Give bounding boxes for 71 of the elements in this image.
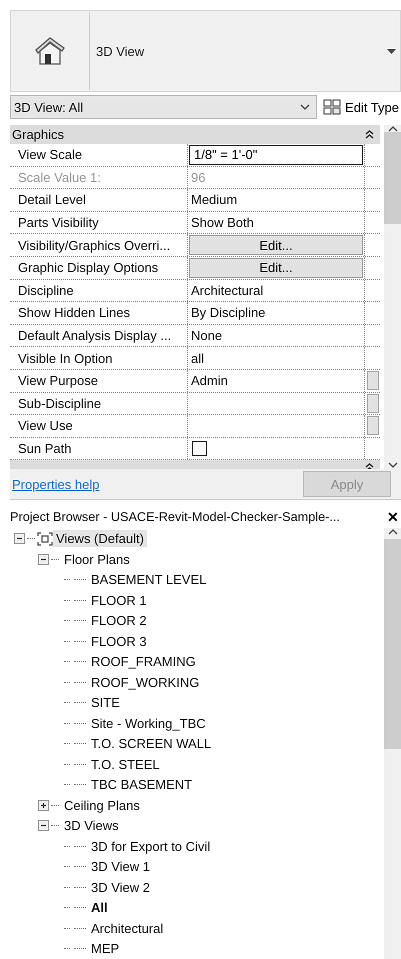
- collapse-toggle[interactable]: [38, 554, 49, 565]
- collapse-icon[interactable]: [365, 130, 374, 139]
- tree-item[interactable]: ROOF_FRAMING: [88, 653, 199, 670]
- tree-item[interactable]: 3D Views: [61, 817, 122, 834]
- property-name: Scale Value 1:: [10, 166, 188, 188]
- group-header[interactable]: Graphics: [10, 125, 380, 144]
- scroll-up-icon[interactable]: [388, 528, 398, 536]
- property-name: Sun Path: [10, 438, 188, 460]
- property-name: Detail Level: [10, 189, 188, 211]
- value-field[interactable]: 1/8" = 1'-0": [189, 145, 363, 165]
- collapse-toggle[interactable]: [38, 820, 49, 832]
- property-name: Parts Visibility: [10, 212, 188, 234]
- tree-item[interactable]: 3D for Export to Civil: [88, 838, 214, 855]
- property-name: Default Analysis Display ...: [10, 324, 188, 346]
- tree-item[interactable]: FLOOR 1: [88, 592, 150, 609]
- property-name: View Scale: [10, 144, 188, 166]
- property-value: None: [190, 328, 222, 344]
- tree-item[interactable]: 3D View 2: [88, 878, 154, 896]
- tree-item[interactable]: BASEMENT LEVEL: [88, 571, 210, 588]
- tree-item[interactable]: Architectural: [88, 920, 166, 937]
- scrollbar[interactable]: [384, 528, 401, 959]
- property-name: Graphic Display Options: [10, 256, 188, 279]
- tree-item[interactable]: MEP: [88, 940, 122, 958]
- property-name: View Use: [10, 415, 188, 437]
- tree-item[interactable]: T.O. STEEL: [88, 756, 163, 773]
- tree-item[interactable]: FLOOR 2: [88, 612, 150, 630]
- property-name: Discipline: [10, 280, 188, 302]
- properties-help-link[interactable]: Properties help: [10, 476, 100, 492]
- collapse-toggle[interactable]: [14, 533, 25, 544]
- property-name: Visible In Option: [10, 347, 188, 369]
- property-value: 96: [190, 170, 206, 185]
- property-value: By Discipline: [190, 305, 266, 320]
- group-title: Graphics: [12, 127, 64, 142]
- tree-item[interactable]: 3D View 1: [88, 858, 154, 876]
- scroll-up-icon[interactable]: [388, 125, 398, 132]
- type-name: 3D View: [95, 44, 146, 58]
- tree-item[interactable]: T.O. SCREEN WALL: [88, 735, 214, 752]
- tree-item[interactable]: FLOOR 3: [88, 632, 150, 650]
- tree-item[interactable]: Ceiling Plans: [61, 796, 143, 814]
- property-name: Show Hidden Lines: [10, 302, 188, 324]
- type-selector[interactable]: 3D View: [10, 10, 401, 92]
- instance-dropdown[interactable]: 3D View: All: [10, 95, 318, 119]
- tree-item[interactable]: TBC BASEMENT: [88, 776, 196, 794]
- property-name: Sub-Discipline: [10, 392, 188, 414]
- panel-title: Project Browser - USACE-Revit-Model-Checker-Sample-...: [10, 510, 340, 524]
- property-value: Architectural: [190, 282, 264, 298]
- close-button[interactable]: ✕: [385, 509, 401, 526]
- dropdown-icon[interactable]: [387, 48, 396, 54]
- tree-item[interactable]: ROOF_WORKING: [88, 674, 202, 691]
- property-name: Visibility/Graphics Overri...: [10, 234, 188, 256]
- chevron-icon[interactable]: [300, 104, 310, 110]
- collapse-icon[interactable]: [365, 463, 374, 470]
- edit-type-icon: [323, 99, 342, 115]
- views-icon: [37, 532, 53, 546]
- tree-item[interactable]: Site - Working_TBC: [88, 714, 209, 732]
- property-name: View Purpose: [10, 370, 188, 392]
- scroll-down-icon[interactable]: [388, 462, 398, 470]
- checkbox[interactable]: [192, 441, 207, 456]
- tree-item[interactable]: All: [88, 899, 111, 916]
- property-value: Medium: [190, 192, 238, 208]
- tree-item[interactable]: Floor Plans: [61, 550, 133, 568]
- tree-item[interactable]: Views (Default): [53, 530, 147, 548]
- tree-item[interactable]: SITE: [88, 694, 123, 712]
- expand-toggle[interactable]: [38, 800, 49, 811]
- property-value: Admin: [190, 373, 228, 388]
- edit-button[interactable]: Edit...: [189, 235, 363, 255]
- property-value: Show Both: [190, 215, 254, 230]
- property-value: all: [190, 350, 204, 366]
- edit-button[interactable]: Edit...: [189, 258, 363, 278]
- edit-type-button[interactable]: Edit Type: [321, 99, 401, 115]
- scrollbar[interactable]: [384, 125, 401, 470]
